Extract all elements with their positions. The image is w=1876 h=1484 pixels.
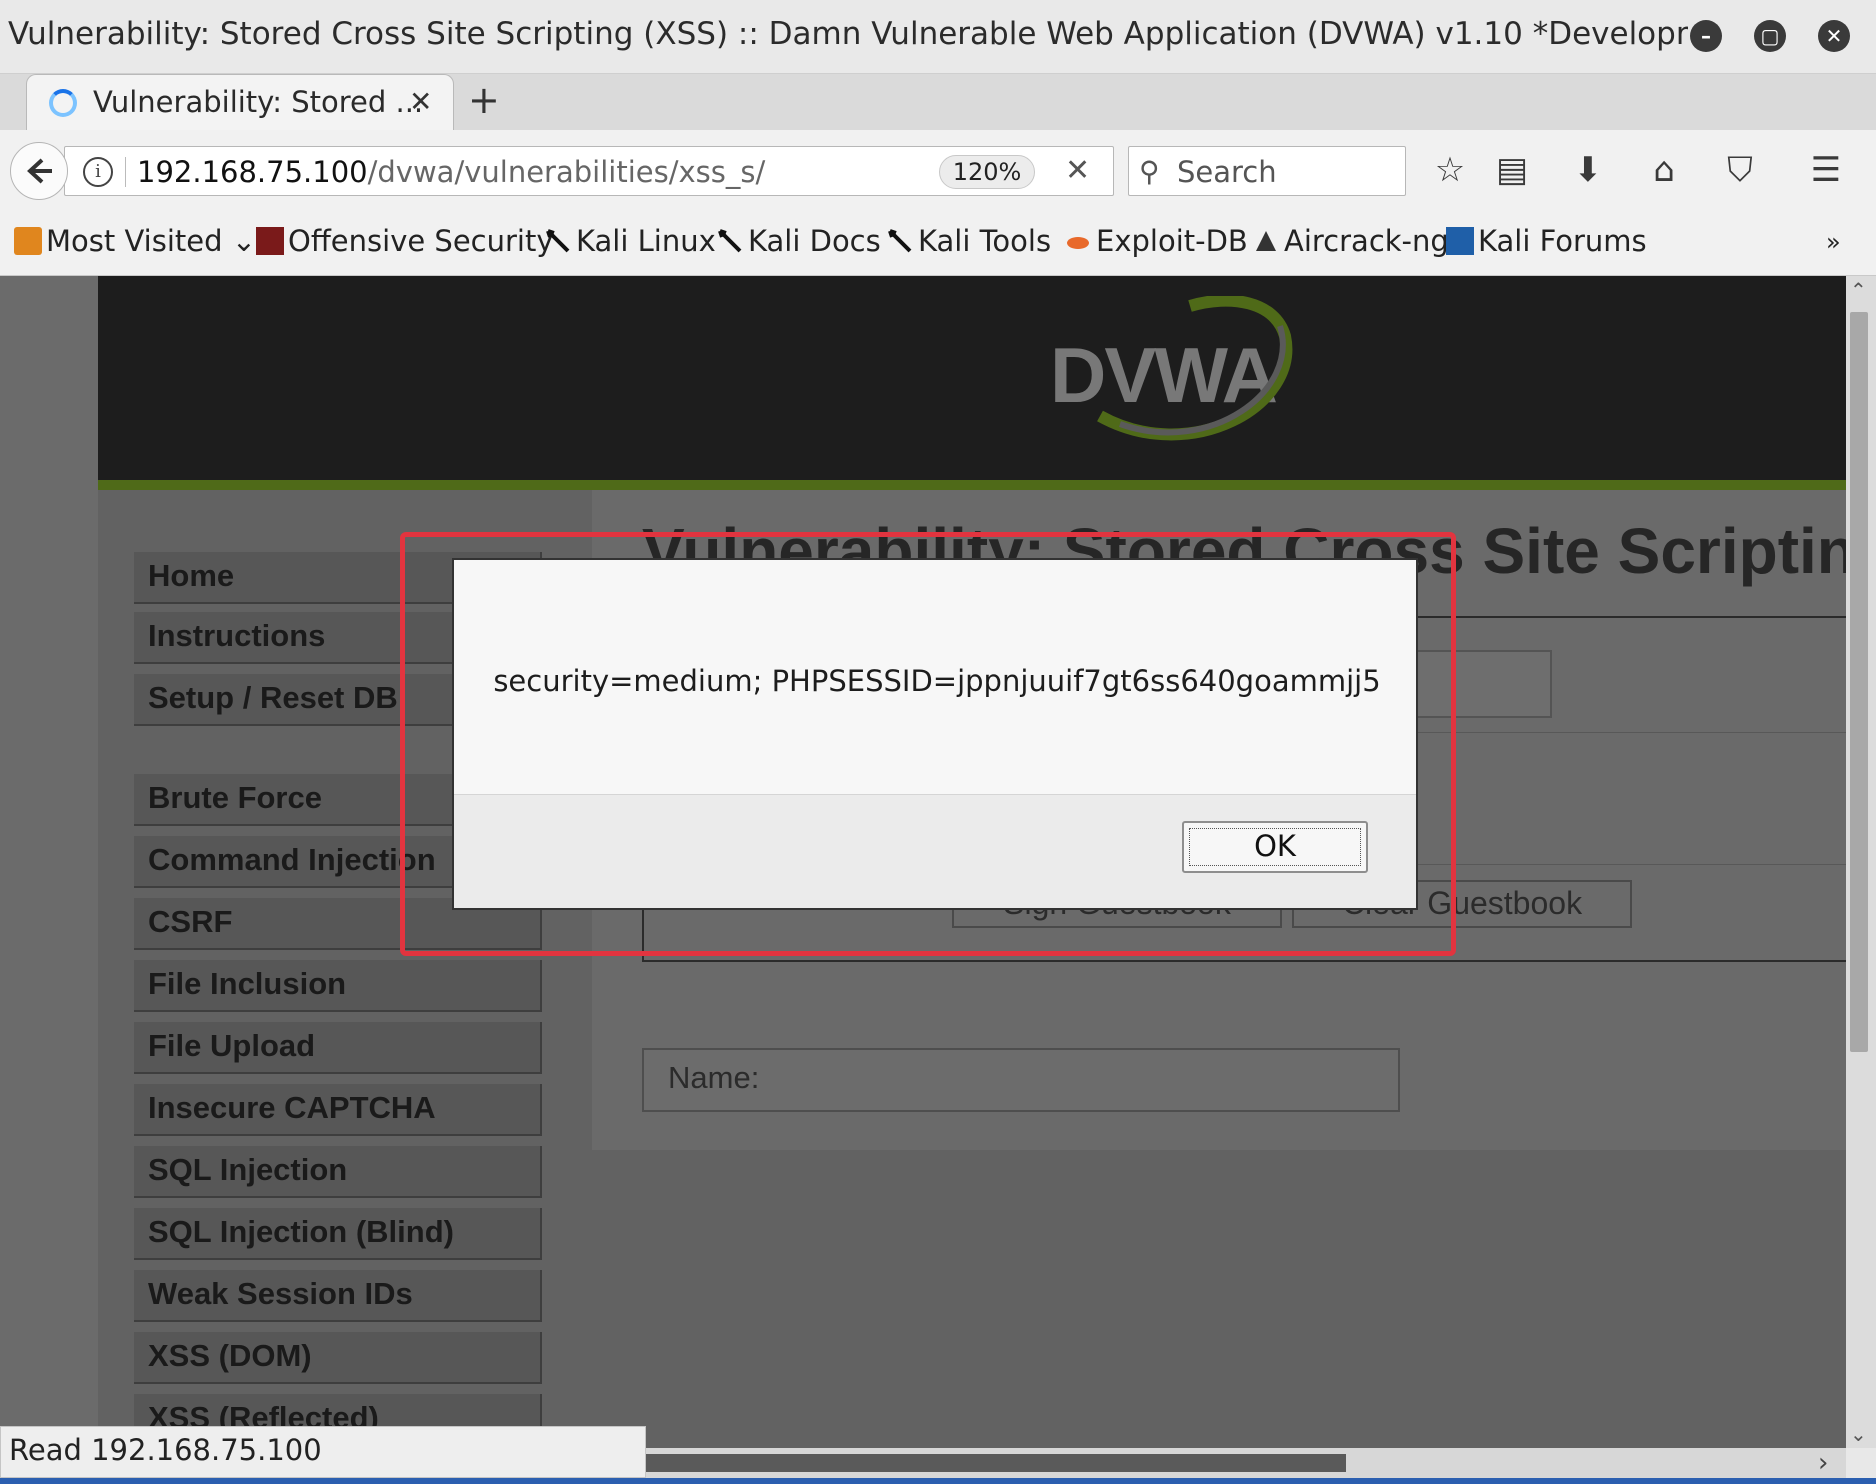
- page-gutter: [0, 276, 98, 1448]
- bookmark-label: Kali Linux: [576, 224, 716, 258]
- menu-sql-injection-blind[interactable]: SQL Injection (Blind): [134, 1208, 542, 1260]
- horizontal-scroll-thumb[interactable]: [646, 1454, 1346, 1472]
- tab-active[interactable]: Vulnerability: Stored ... ✕: [26, 74, 454, 130]
- chevron-down-icon: ⌄: [222, 224, 257, 258]
- dvwa-header: [98, 276, 1846, 480]
- kali-dragon-icon: [886, 227, 914, 255]
- menu-weak-session-ids[interactable]: Weak Session IDs: [134, 1270, 542, 1322]
- url-host: 192.168.75.100: [137, 155, 368, 189]
- minimize-icon[interactable]: –: [1690, 20, 1722, 52]
- bookmark-kali-tools[interactable]: Kali Tools: [886, 224, 1051, 258]
- pocket-icon[interactable]: ⛉: [1718, 150, 1762, 190]
- maximize-icon[interactable]: ▢: [1754, 20, 1786, 52]
- vertical-scroll-thumb[interactable]: [1850, 312, 1868, 1052]
- exploit-db-icon: [1064, 227, 1092, 255]
- bookmark-star-icon[interactable]: ☆: [1428, 150, 1472, 190]
- menu-file-upload[interactable]: File Upload: [134, 1022, 542, 1074]
- bookmark-label: Most Visited: [46, 224, 223, 258]
- loading-spinner-icon: [49, 89, 77, 117]
- bookmark-aircrack-ng[interactable]: Aircrack-ng: [1252, 224, 1449, 258]
- search-box[interactable]: ⚲ Search: [1128, 146, 1406, 196]
- navigation-toolbar: i 192.168.75.100/dvwa/vulnerabilities/xs…: [0, 130, 1876, 210]
- bookmarks-toolbar: Most Visited ⌄ Offensive Security Kali L…: [0, 210, 1876, 276]
- bookmark-kali-linux[interactable]: Kali Linux: [544, 224, 716, 258]
- stop-loading-icon[interactable]: ✕: [1065, 153, 1090, 188]
- offsec-icon: [256, 227, 284, 255]
- bookmark-label: Kali Tools: [918, 224, 1052, 258]
- tab-label: Vulnerability: Stored ...: [93, 85, 424, 119]
- close-window-icon[interactable]: ✕: [1818, 20, 1850, 52]
- annotation-highlight-box: [400, 532, 1456, 956]
- window-title: Vulnerability: Stored Cross Site Scripti…: [8, 16, 1688, 52]
- menu-insecure-captcha[interactable]: Insecure CAPTCHA: [134, 1084, 542, 1136]
- hamburger-menu-icon[interactable]: ☰: [1804, 150, 1848, 190]
- kali-dragon-icon: [544, 227, 572, 255]
- bookmark-label: Kali Docs: [748, 224, 881, 258]
- scroll-down-icon[interactable]: ⌄: [1850, 1422, 1867, 1446]
- reading-list-icon[interactable]: ▤: [1490, 150, 1534, 190]
- desktop-taskbar-edge: [0, 1478, 1876, 1484]
- aircrack-icon: [1252, 227, 1280, 255]
- zoom-level-button[interactable]: 120%: [939, 155, 1035, 189]
- download-icon[interactable]: ⬇: [1566, 150, 1610, 190]
- bookmark-label: Kali Forums: [1478, 224, 1647, 258]
- guestbook-entry-name-label: Name:: [668, 1060, 760, 1095]
- kali-dragon-icon: [716, 227, 744, 255]
- tab-strip: Vulnerability: Stored ... ✕ +: [0, 74, 1876, 130]
- status-bar: Read 192.168.75.100: [0, 1426, 646, 1478]
- status-text: Read 192.168.75.100: [9, 1433, 322, 1467]
- bookmark-offensive-security[interactable]: Offensive Security: [256, 224, 554, 258]
- back-arrow-icon: [27, 158, 52, 184]
- bookmark-most-visited[interactable]: Most Visited ⌄: [14, 224, 256, 258]
- address-bar[interactable]: i 192.168.75.100/dvwa/vulnerabilities/xs…: [64, 146, 1114, 196]
- kali-forums-icon: [1446, 227, 1474, 255]
- menu-sql-injection[interactable]: SQL Injection: [134, 1146, 542, 1198]
- window-titlebar: Vulnerability: Stored Cross Site Scripti…: [0, 0, 1876, 74]
- url-path: /dvwa/vulnerabilities/xss_s/: [367, 155, 766, 189]
- scroll-right-icon[interactable]: ›: [1818, 1448, 1828, 1478]
- menu-file-inclusion[interactable]: File Inclusion: [134, 960, 542, 1012]
- urlbar-separator: [125, 157, 126, 187]
- search-placeholder: Search: [1177, 155, 1277, 189]
- url-text[interactable]: 192.168.75.100/dvwa/vulnerabilities/xss_…: [137, 155, 765, 189]
- bookmark-label: Offensive Security: [288, 224, 554, 258]
- bookmark-kali-forums[interactable]: Kali Forums: [1446, 224, 1647, 258]
- bookmark-label: Exploit-DB: [1096, 224, 1248, 258]
- dvwa-swoosh-logo: [1097, 296, 1293, 441]
- bookmark-label: Aircrack-ng: [1284, 224, 1449, 258]
- home-icon[interactable]: ⌂: [1642, 150, 1686, 190]
- horizontal-scrollbar[interactable]: ›: [646, 1448, 1846, 1478]
- new-tab-button[interactable]: +: [468, 78, 500, 122]
- guestbook-entry: Name:: [642, 1048, 1400, 1112]
- site-info-icon[interactable]: i: [83, 157, 113, 187]
- tab-close-icon[interactable]: ✕: [409, 85, 432, 118]
- search-icon: ⚲: [1139, 155, 1160, 188]
- vertical-scrollbar[interactable]: ⌃ ⌄: [1846, 276, 1876, 1448]
- menu-xss-dom[interactable]: XSS (DOM): [134, 1332, 542, 1384]
- dvwa-green-stripe: [98, 480, 1846, 490]
- bookmarks-overflow-icon[interactable]: »: [1826, 228, 1841, 256]
- folder-icon: [14, 227, 42, 255]
- back-button[interactable]: [10, 142, 68, 200]
- bookmark-exploit-db[interactable]: Exploit-DB: [1064, 224, 1248, 258]
- scroll-up-icon[interactable]: ⌃: [1850, 278, 1867, 302]
- bookmark-kali-docs[interactable]: Kali Docs: [716, 224, 881, 258]
